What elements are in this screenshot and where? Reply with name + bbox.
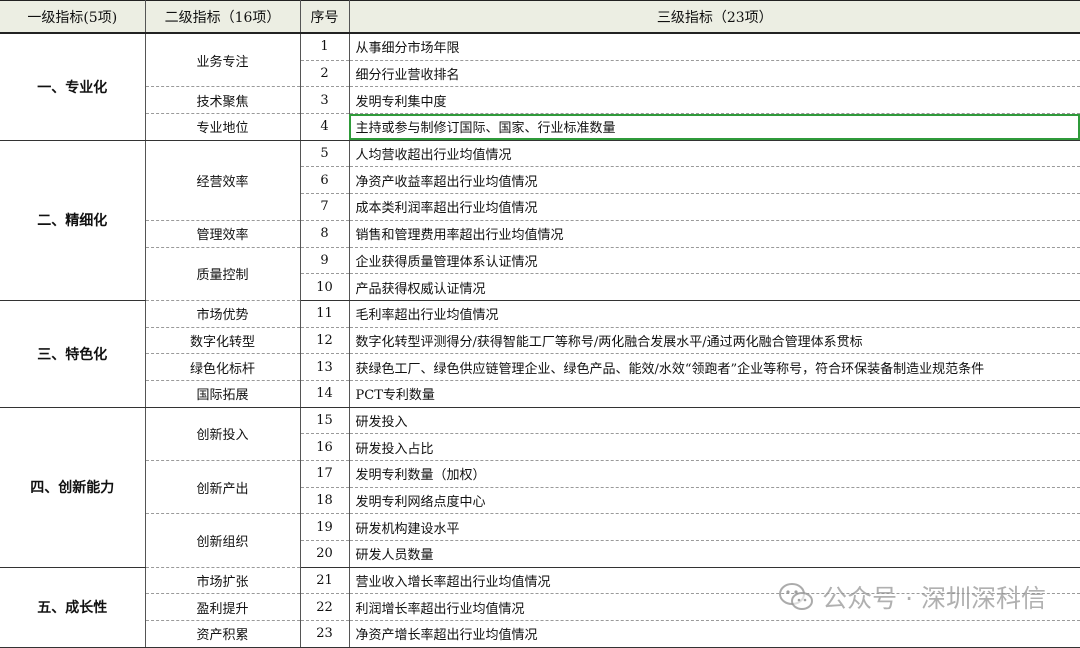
table-row: 创新组织 19 研发机构建设水平 [0,513,1080,568]
level2-cell[interactable]: 创新投入 [144,406,301,462]
level2-cell[interactable]: 专业地位 [144,113,301,141]
number-cell[interactable]: 7 [299,193,350,221]
level3-cell[interactable]: 从事细分市场年限 [348,32,1080,61]
table-row: 二、精细化 经营效率 5 人均营收超出行业均值情况 [0,139,1080,301]
number-cell[interactable]: 5 [299,139,350,168]
level2-cell[interactable]: 市场扩张 [144,566,301,595]
number-cell[interactable]: 14 [299,379,350,408]
table-row: 数字化转型 12 数字化转型评测得分/获得智能工厂等称号/两化融合发展水平/通过两化… [0,326,1080,355]
level2-cell[interactable]: 技术聚焦 [144,86,301,115]
table-row: 盈利提升 22 利润增长率超出行业均值情况 [0,593,1080,622]
level2-cell[interactable]: 质量控制 [144,246,301,301]
number-cell[interactable]: 1 [299,32,350,61]
level2-cell[interactable]: 管理效率 [144,219,301,248]
level3-cell[interactable]: 获绿色工厂、绿色供应链管理企业、绿色产品、能效/水效“领跑者”企业等称号，符合环… [348,353,1080,381]
level3-cell[interactable]: 研发投入 [348,406,1080,435]
level1-cell[interactable]: 二、精细化 [0,139,146,301]
level3-cell[interactable]: 企业获得质量管理体系认证情况 [348,246,1080,275]
table-row: 三、特色化 市场优势 11 毛利率超出行业均值情况 [0,299,1080,408]
level1-cell[interactable]: 四、创新能力 [0,406,146,568]
table-row: 一、专业化 业务专注 1 从事细分市场年限 [0,32,1080,141]
level3-cell[interactable]: 产品获得权威认证情况 [348,273,1080,301]
number-cell[interactable]: 10 [299,273,350,301]
table-row: 创新产出 17 发明专利数量（加权） [0,459,1080,515]
level3-cell[interactable]: 利润增长率超出行业均值情况 [348,593,1080,622]
number-cell[interactable]: 9 [299,246,350,275]
number-cell[interactable]: 21 [299,566,350,595]
level2-cell[interactable]: 资产积累 [144,620,301,648]
level3-cell[interactable]: 研发人员数量 [348,540,1080,568]
number-cell[interactable]: 12 [299,326,350,355]
level3-cell[interactable]: 研发机构建设水平 [348,513,1080,542]
indicator-table: 一级指标(5项) 二级指标（16项） 序号 三级指标（23项） 一、专业化 业务专… [0,0,1080,648]
level3-cell[interactable]: 发明专利集中度 [348,86,1080,115]
number-cell[interactable]: 16 [299,433,350,461]
table-row: 技术聚焦 3 发明专利集中度 [0,86,1080,115]
table-row: 资产积累 23 净资产增长率超出行业均值情况 [0,620,1080,648]
number-cell[interactable]: 6 [299,166,350,195]
level3-cell[interactable]: 数字化转型评测得分/获得智能工厂等称号/两化融合发展水平/通过两化融合管理体系贯… [348,326,1080,355]
level3-cell[interactable]: 净资产增长率超出行业均值情况 [348,620,1080,648]
level2-cell[interactable]: 经营效率 [144,139,301,221]
level3-cell[interactable]: 销售和管理费用率超出行业均值情况 [348,219,1080,248]
level2-cell[interactable]: 国际拓展 [144,379,301,408]
level3-cell[interactable]: 细分行业营收排名 [348,59,1080,88]
level1-cell[interactable]: 三、特色化 [0,299,146,408]
table-row: 四、创新能力 创新投入 15 研发投入 [0,406,1080,568]
level2-cell[interactable]: 数字化转型 [144,326,301,355]
number-cell[interactable]: 13 [299,353,350,381]
number-cell[interactable]: 3 [299,86,350,115]
number-cell[interactable]: 8 [299,219,350,248]
level3-cell[interactable]: 发明专利数量（加权） [348,460,1080,488]
number-cell[interactable]: 11 [299,299,350,328]
number-cell[interactable]: 15 [299,406,350,435]
header-level1[interactable]: 一级指标(5项) [0,0,146,34]
level3-cell[interactable]: 成本类利润率超出行业均值情况 [348,193,1080,221]
level3-cell[interactable]: PCT专利数量 [348,379,1080,408]
table-row: 绿色化标杆 13 获绿色工厂、绿色供应链管理企业、绿色产品、能效/水效“领跑者”企业… [0,353,1080,381]
level3-cell[interactable]: 人均营收超出行业均值情况 [348,139,1080,168]
number-cell[interactable]: 17 [299,460,350,488]
level2-cell[interactable]: 创新产出 [144,459,301,515]
level3-cell[interactable]: 净资产收益率超出行业均值情况 [348,166,1080,195]
level3-cell[interactable]: 发明专利网络点度中心 [348,486,1080,515]
level2-cell[interactable]: 绿色化标杆 [144,353,301,381]
level2-cell[interactable]: 盈利提升 [144,593,301,622]
number-cell[interactable]: 19 [299,513,350,542]
header-row: 一级指标(5项) 二级指标（16项） 序号 三级指标（23项） [0,0,1080,34]
header-number[interactable]: 序号 [299,0,350,34]
table-row: 专业地位 4 主持或参与制修订国际、国家、行业标准数量 [0,113,1080,141]
level1-cell[interactable]: 五、成长性 [0,566,146,648]
header-level2[interactable]: 二级指标（16项） [144,0,301,34]
header-level3[interactable]: 三级指标（23项） [348,0,1080,34]
level2-cell[interactable]: 市场优势 [144,299,301,328]
number-cell[interactable]: 23 [299,620,350,648]
number-cell[interactable]: 2 [299,59,350,88]
table-body: 一、专业化 业务专注 1 从事细分市场年限 2 细分行业营收排名 技术聚焦 3 发明专利集中度专… [0,32,1080,648]
number-cell[interactable]: 20 [299,540,350,568]
level3-cell[interactable]: 营业收入增长率超出行业均值情况 [348,566,1080,595]
number-cell[interactable]: 22 [299,593,350,622]
table-row: 国际拓展 14 PCT专利数量 [0,379,1080,408]
table-row: 管理效率 8 销售和管理费用率超出行业均值情况 [0,219,1080,248]
number-cell[interactable]: 4 [299,113,350,141]
level3-cell[interactable]: 研发投入占比 [348,433,1080,461]
number-cell[interactable]: 18 [299,486,350,515]
level1-cell[interactable]: 一、专业化 [0,32,146,141]
table-row: 质量控制 9 企业获得质量管理体系认证情况 [0,246,1080,301]
level3-cell[interactable]: 毛利率超出行业均值情况 [348,299,1080,328]
level2-cell[interactable]: 创新组织 [144,513,301,568]
table-row: 五、成长性 市场扩张 21 营业收入增长率超出行业均值情况 [0,566,1080,648]
level2-cell[interactable]: 业务专注 [144,32,301,88]
selected-cell[interactable]: 主持或参与制修订国际、国家、行业标准数量 [348,113,1080,141]
